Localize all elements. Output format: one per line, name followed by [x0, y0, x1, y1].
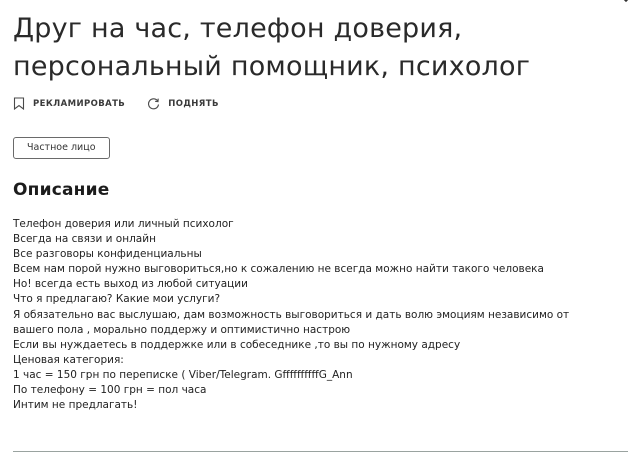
promote-label: РЕКЛАМИРОВАТЬ [33, 98, 126, 109]
raise-button[interactable]: ПОДНЯТЬ [147, 97, 219, 110]
description-line: Всем нам порой нужно выговориться,но к с… [13, 263, 544, 276]
description-heading: Описание [13, 180, 110, 200]
description-line: Интим не предлагать! [13, 399, 138, 412]
description-line: По телефону = 100 грн = пол часа [13, 384, 207, 397]
description-line: 1 час = 150 грн по переписке ( Viber/Tel… [13, 368, 353, 381]
refresh-icon [148, 98, 160, 110]
description-line: Всегда на связи и онлайн [13, 233, 156, 246]
description-line: Что я предлагаю? Какие мои услуги? [13, 293, 221, 306]
listing-actions: РЕКЛАМИРОВАТЬ ПОДНЯТЬ [13, 97, 219, 110]
listing-page: Друг на час, телефон доверия, персональн… [0, 0, 640, 458]
promote-button[interactable]: РЕКЛАМИРОВАТЬ [13, 97, 125, 110]
listing-title: Друг на час, телефон доверия, персональн… [13, 13, 531, 82]
description-line: Все разговоры конфиденциальны [13, 248, 202, 261]
description-line: Я обязательно вас выслушаю, дам возможно… [13, 308, 570, 321]
seller-type-badge: Частное лицо [13, 137, 110, 159]
description-line: Если вы нуждаетесь в поддержке или в соб… [13, 338, 461, 351]
description-line: Ценовая категория: [13, 353, 124, 366]
chevron-icon[interactable] [618, 0, 634, 8]
divider [13, 451, 628, 452]
bookmark-icon [13, 97, 25, 110]
description-body: Телефон доверия или личный психолог Всег… [13, 217, 633, 413]
description-line: Телефон доверия или личный психолог [13, 218, 234, 230]
description-line: вашего пола , морально поддержу и оптими… [13, 323, 351, 336]
description-line: Но! всегда есть выход из любой ситуации [13, 278, 248, 291]
raise-label: ПОДНЯТЬ [168, 98, 219, 109]
